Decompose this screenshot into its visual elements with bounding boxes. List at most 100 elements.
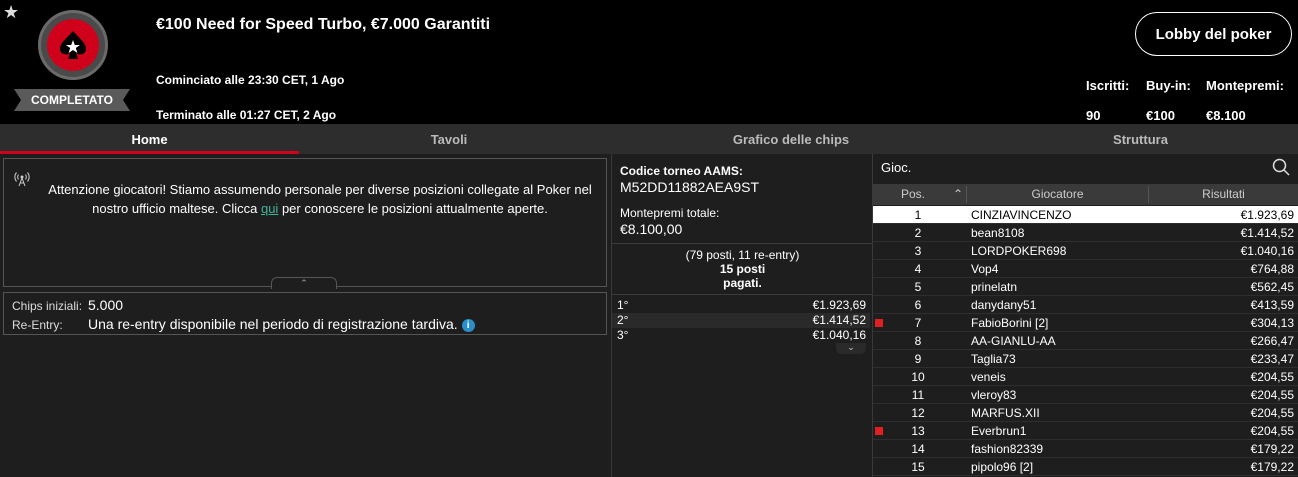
player-position: 1 [914,208,922,222]
payout-row: 2° €1.414,52 [612,313,870,328]
player-result: €1.040,16 [1240,244,1294,258]
table-row[interactable]: 12 MARFUS.XII €204,55 [873,404,1298,422]
table-row[interactable]: 5 prinelatn €562,45 [873,278,1298,296]
player-name: Everbrun1 [971,424,1027,438]
player-result: €266,47 [1250,334,1294,348]
buyin-value: €100 [1146,108,1175,123]
table-row[interactable]: 14 fashion82339 €179,22 [873,440,1298,458]
entrants-value: 90 [1086,108,1101,123]
player-position: 14 [911,442,925,456]
table-row[interactable]: 3 LORDPOKER698 €1.040,16 [873,242,1298,260]
table-row[interactable]: 1 CINZIAVINCENZO €1.923,69 [873,206,1298,224]
player-name: prinelatn [971,280,1018,294]
reentry-value: Una re-entry disponibile nel periodo di … [88,316,458,332]
tournament-title: €100 Need for Speed Turbo, €7.000 Garant… [156,16,491,33]
table-row[interactable]: 10 veneis €204,55 [873,368,1298,386]
announcement-link[interactable]: qui [261,201,278,216]
player-name: vleroy83 [971,388,1017,402]
player-name: FabioBorini [2] [971,316,1049,330]
player-name: danydany51 [971,298,1037,312]
collapse-toggle-icon[interactable]: ⌃ [271,277,337,289]
payout-value: €1.923,69 [812,298,866,312]
table-row[interactable]: 13 Everbrun1 €204,55 [873,422,1298,440]
reentry-row: Una re-entry disponibile nel periodo di … [88,316,475,332]
status-badge: COMPLETATO [14,89,130,111]
table-row[interactable]: 9 Taglia73 €233,47 [873,350,1298,368]
search-icon[interactable] [1272,158,1290,176]
paid-seats-info: (79 posti, 11 re-entry) 15 posti pagati. [612,248,873,290]
player-result: €179,22 [1250,460,1294,474]
player-search-bar[interactable]: Gioc. [873,154,1298,182]
aams-code: M52DD11882AEA9ST [620,179,760,195]
player-name: Taglia73 [971,352,1016,366]
table-row[interactable]: 8 AA-GIANLU-AA €266,47 [873,332,1298,350]
player-result: €562,45 [1250,280,1294,294]
sort-up-icon[interactable]: ⌃ [951,184,965,205]
player-position: 4 [914,262,922,276]
player-position: 13 [911,424,925,438]
tab-chip-chart[interactable]: Grafico delle chips [599,124,983,154]
player-result: €233,47 [1250,352,1294,366]
entrants-label: Iscritti: [1086,78,1130,93]
col-player[interactable]: Giocatore [967,184,1148,205]
divider [612,294,873,295]
aams-code-label: Codice torneo AAMS: [620,164,743,178]
player-position: 10 [911,370,925,384]
col-position[interactable]: Pos. [873,184,953,205]
player-position: 3 [914,244,922,258]
tournament-info-box: Chips iniziali: 5.000 Re-Entry: Una re-e… [3,292,607,335]
col-result[interactable]: Risultati [1149,184,1298,205]
payout-place: 3° [617,328,629,342]
table-row[interactable]: 15 pipolo96 [2] €179,22 [873,458,1298,476]
table-row[interactable]: 7 FabioBorini [2] €304,13 [873,314,1298,332]
payout-value: €1.414,52 [812,313,866,327]
players-table-header: Pos. ⌃ Giocatore Risultati [873,184,1298,205]
player-result: €764,88 [1250,262,1294,276]
player-name: bean8108 [971,226,1025,240]
player-position: 6 [914,298,922,312]
tab-structure[interactable]: Struttura [983,124,1298,154]
divider [612,243,873,244]
prizepool-label: Montepremi: [1206,78,1284,93]
spade-star-icon [60,31,86,59]
table-row[interactable]: 11 vleroy83 €204,55 [873,386,1298,404]
player-position: 15 [911,460,925,474]
end-time: Terminato alle 01:27 CET, 2 Ago [156,108,337,122]
seats-paid-label: pagati. [723,276,762,290]
seats-entries: (79 posti, 11 re-entry) [685,248,800,262]
info-icon[interactable]: i [461,318,475,332]
announcement-panel: Attenzione giocatori! Stiamo assumendo p… [3,158,607,289]
seats-paid-count: 15 posti [719,262,766,276]
player-name: Vop4 [971,262,999,276]
pokerstars-logo [38,10,108,80]
tab-tables[interactable]: Tavoli [299,124,599,154]
tournament-header: ★ COMPLETATO €100 Need for Speed Turbo, … [0,0,1298,124]
total-prize: €8.100,00 [620,221,683,237]
player-result: €179,22 [1250,442,1294,456]
player-name: fashion82339 [971,442,1044,456]
table-row[interactable]: 6 danydany51 €413,59 [873,296,1298,314]
player-result: €204,55 [1250,370,1294,384]
chips-value: 5.000 [88,297,124,313]
player-result: €1.923,69 [1240,208,1294,222]
player-result: €204,55 [1250,388,1294,402]
favorite-star-icon[interactable]: ★ [3,2,19,23]
player-name: AA-GIANLU-AA [971,334,1056,348]
player-position: 7 [914,316,922,330]
reentry-label: Re-Entry: [12,318,63,332]
total-prize-label: Montepremi totale: [620,206,720,220]
player-position: 11 [911,388,925,402]
tab-home[interactable]: Home [0,124,299,154]
player-position: 9 [914,352,922,366]
payout-place: 2° [617,313,629,327]
player-name: CINZIAVINCENZO [971,208,1072,222]
expand-payouts-icon[interactable]: ⌄ [836,343,866,354]
payout-row: 1° €1.923,69 [612,298,870,313]
player-position: 2 [914,226,922,240]
player-position: 8 [914,334,922,348]
payout-row: 3° €1.040,16 [612,328,870,343]
table-row[interactable]: 2 bean8108 €1.414,52 [873,224,1298,242]
table-row[interactable]: 4 Vop4 €764,88 [873,260,1298,278]
player-result: €304,13 [1250,316,1294,330]
lobby-button[interactable]: Lobby del poker [1135,12,1292,56]
